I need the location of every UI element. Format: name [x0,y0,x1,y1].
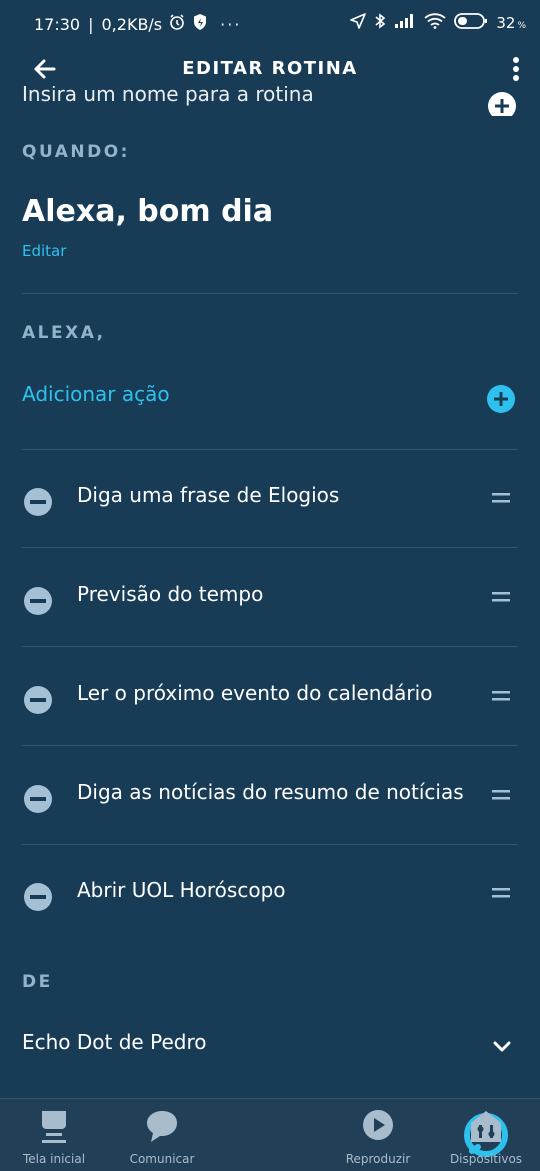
home-icon [38,1109,70,1149]
drag-handle[interactable] [492,688,510,707]
when-label: QUANDO: [22,142,130,162]
action-label: Ler o próximo evento do calendário [77,681,433,705]
routine-name-row[interactable]: Insira um nome para a rotina [0,86,540,116]
play-icon [362,1109,394,1149]
drag-handle[interactable] [492,787,510,806]
alarm-icon [168,13,186,35]
nav-devices[interactable]: Dispositivos [432,1099,540,1171]
status-right: 32% [350,12,526,34]
page-title: EDITAR ROTINA [182,58,358,79]
battery-icon [454,12,488,34]
nav-home[interactable]: Tela inicial [0,1099,108,1171]
remove-action-button[interactable] [24,686,52,718]
divider [22,293,518,294]
data-rate: 0,2KB/s [101,14,163,34]
action-row[interactable]: Ler o próximo evento do calendário [0,647,540,746]
action-row[interactable]: Diga uma frase de Elogios [0,449,540,548]
more-vertical-icon [513,57,519,81]
device-selector[interactable]: Echo Dot de Pedro [22,1030,206,1054]
wifi-icon [424,13,446,33]
chevron-down-icon [493,1041,511,1052]
action-row[interactable]: Previsão do tempo [0,548,540,647]
nav-label: Dispositivos [449,1152,523,1166]
alexa-label: ALEXA, [22,323,106,343]
add-action-link[interactable]: Adicionar ação [22,382,170,406]
nav-label: Reproduzir [345,1152,411,1166]
plus-circle-icon [488,92,516,116]
drag-handle[interactable] [492,490,510,509]
drag-handle[interactable] [492,885,510,904]
bluetooth-icon [374,12,386,34]
action-row[interactable]: Abrir UOL Horóscopo [0,844,540,943]
nav-alexa[interactable] [216,1099,508,1171]
status-bar: 17:30 | 0,2KB/s ··· 32% [0,0,540,46]
device-dropdown-button[interactable] [492,1039,512,1058]
more-notifications-icon: ··· [220,14,242,34]
remove-action-button[interactable] [24,488,52,520]
drag-handle-icon [492,691,510,701]
shield-icon [192,13,208,35]
add-name-button[interactable] [488,92,516,116]
more-options-button[interactable] [510,54,522,84]
status-left: 17:30 | 0,2KB/s ··· [34,13,241,35]
drag-handle-icon [492,493,510,503]
minus-circle-icon [24,785,52,813]
nav-communicate[interactable]: Comunicar [108,1099,216,1171]
smart-home-icon [470,1109,502,1149]
remove-action-button[interactable] [24,587,52,619]
action-label: Previsão do tempo [77,582,264,606]
drag-handle[interactable] [492,589,510,608]
plus-circle-icon [487,385,515,413]
add-action-button[interactable] [487,385,515,417]
trigger-phrase: Alexa, bom dia [22,194,274,229]
edit-trigger-link[interactable]: Editar [22,242,66,260]
from-label: DE [22,972,53,992]
chat-bubble-icon [146,1109,178,1149]
remove-action-button[interactable] [24,883,52,915]
remove-action-button[interactable] [24,785,52,817]
drag-handle-icon [492,592,510,602]
location-icon [350,13,367,33]
action-label: Abrir UOL Horóscopo [77,878,286,902]
action-label: Diga as notícias do resumo de notícias [77,780,464,804]
action-row[interactable]: Diga as notícias do resumo de notícias [0,746,540,845]
nav-label: Tela inicial [22,1152,86,1166]
separator: | [88,14,94,34]
drag-handle-icon [492,790,510,800]
battery-level: 32% [496,14,526,32]
clock: 17:30 [34,14,81,34]
nav-label: Comunicar [129,1152,195,1166]
action-label: Diga uma frase de Elogios [77,483,340,507]
minus-circle-icon [24,587,52,615]
signal-icon [394,13,416,33]
routine-name-placeholder[interactable]: Insira um nome para a rotina [22,86,314,106]
nav-play[interactable]: Reproduzir [324,1099,432,1171]
drag-handle-icon [492,888,510,898]
bottom-navigation: Tela inicial Comunicar Reproduzir Dispos… [0,1098,540,1171]
minus-circle-icon [24,488,52,516]
minus-circle-icon [24,883,52,911]
minus-circle-icon [24,686,52,714]
